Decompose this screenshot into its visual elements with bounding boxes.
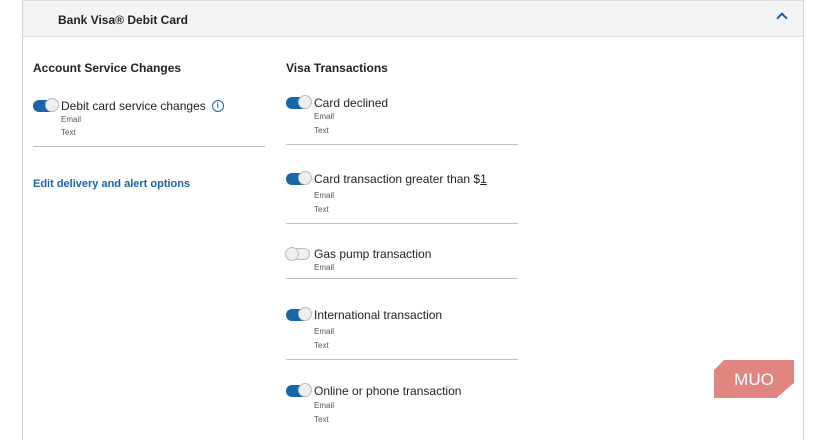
list-item: Debit card service changes i Email Text [33,98,265,147]
card-header[interactable]: Bank Visa® Debit Card [23,0,803,37]
channel-text: Text [314,415,329,424]
channel-email: Email [314,263,335,272]
list-item: Card transaction greater than $1 Email T… [286,171,518,224]
channel-email: Email [314,191,335,200]
list-item: Card declined Email Text [286,95,518,145]
toggle-online-phone[interactable] [286,383,312,397]
toggle-card-declined[interactable] [286,95,312,109]
item-label: Card declined [314,96,389,110]
channel-email: Email [61,115,82,124]
amount-link[interactable]: 1 [480,172,487,186]
divider [286,144,518,145]
card-title: Bank Visa® Debit Card [58,13,188,27]
channel-text: Text [314,205,329,214]
visa-transactions-heading: Visa Transactions [286,61,388,75]
chevron-up-icon[interactable] [776,12,788,24]
item-label: Card transaction greater than $ [314,172,481,186]
muo-watermark-logo: MUO [714,360,794,398]
item-label: Debit card service changes [61,99,206,113]
channel-text: Text [314,341,329,350]
account-service-heading: Account Service Changes [33,61,182,75]
item-label: Online or phone transaction [314,384,462,398]
list-item: Gas pump transaction Email [285,247,518,279]
channel-email: Email [314,327,335,336]
channel-text: Text [314,126,329,135]
toggle-gas-pump[interactable] [285,247,310,261]
item-label: Gas pump transaction [314,247,432,261]
info-icon[interactable]: i [211,100,224,112]
channel-text: Text [61,128,76,137]
channel-email: Email [314,112,335,121]
divider [286,359,518,360]
divider [286,278,518,279]
item-label: International transaction [314,308,443,322]
list-item: Online or phone transaction Email Text [286,383,518,427]
divider [33,146,265,147]
toggle-card-transaction-amount[interactable] [286,171,312,185]
edit-delivery-link[interactable]: Edit delivery and alert options [33,178,190,190]
svg-text:MUO: MUO [734,370,774,389]
list-item: International transaction Email Text [286,307,518,360]
divider [286,223,518,224]
toggle-international[interactable] [286,307,312,321]
toggle-debit-card-service[interactable] [33,98,59,112]
channel-email: Email [314,401,335,410]
